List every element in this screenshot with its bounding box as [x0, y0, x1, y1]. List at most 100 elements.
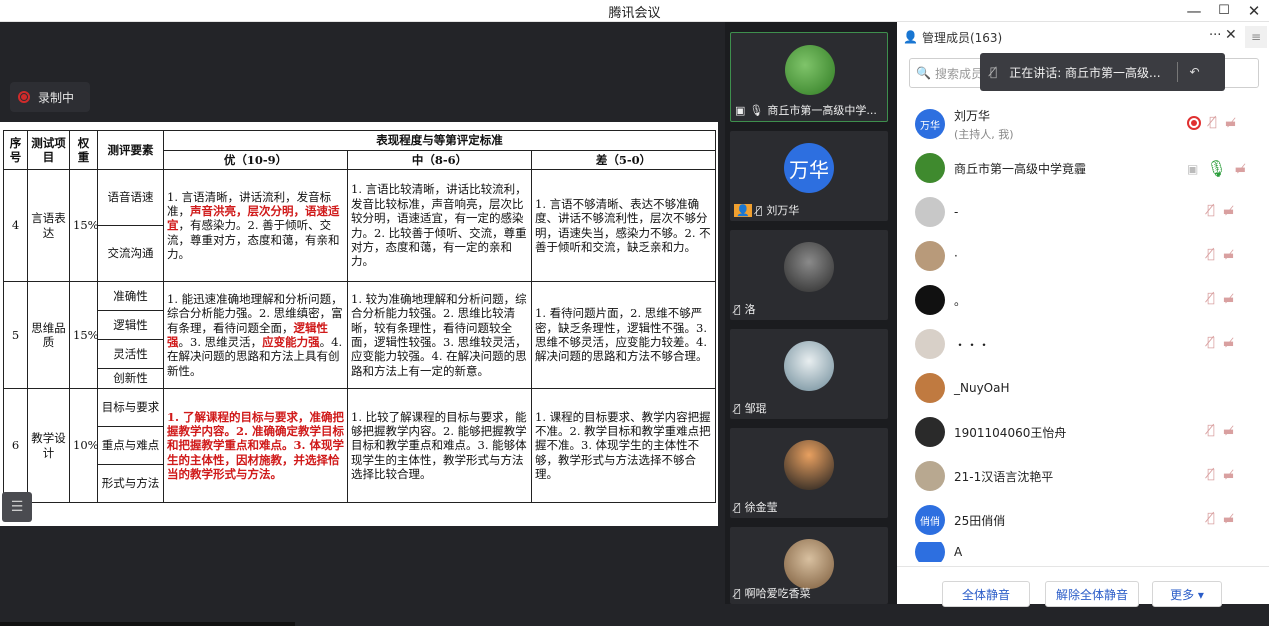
record-icon — [18, 91, 30, 103]
row-item: 思维品质 — [27, 281, 70, 389]
member-row[interactable]: ・・・ 🎙̸ ▬̸ — [897, 322, 1269, 366]
row-mid: 1. 比较了解课程的目标与要求，能够把握教学内容。2. 能够把握教学目标和教学重… — [347, 388, 532, 503]
more-button[interactable]: 更多 ▾ — [1152, 581, 1222, 607]
members-panel: 👤 管理成员(163) ··· ✕ ≡ 🔍 搜索成员 🎙̸ 正在讲话: 商丘市第… — [897, 22, 1269, 607]
row-element: 目标与要求 — [97, 388, 164, 427]
app-title: 腾讯会议 — [608, 6, 661, 21]
mic-off-icon[interactable]: 🎙̸ — [1207, 247, 1215, 262]
video-tile[interactable]: 🎙̸ 啊哈爱吃香菜 — [730, 527, 888, 604]
maximize-button[interactable]: ☐ — [1210, 0, 1238, 22]
avatar: 俏俏 — [915, 505, 945, 535]
close-window-button[interactable]: ✕ — [1240, 0, 1268, 22]
mic-off-icon[interactable]: 🎙̸ — [1209, 115, 1217, 130]
recording-label: 录制中 — [38, 90, 75, 105]
back-icon[interactable]: ↶ — [1190, 65, 1200, 79]
video-tile-name: 刘万华 — [766, 204, 800, 217]
avatar — [915, 153, 945, 183]
header-no: 序号 — [3, 130, 28, 170]
video-off-icon[interactable]: ▬̸ — [1223, 248, 1234, 262]
member-name: 。 — [954, 293, 967, 308]
shared-document: 序号 测试项目 权重 测评要素 表现程度与等第评定标准 优（10-9） 中（8-… — [0, 122, 718, 526]
mic-off-icon: 🎙̸ — [734, 302, 741, 316]
row-good: 1. 言语清晰，讲话流利，发音标准，声音洪亮，层次分明，语速适宜，有感染力。2.… — [163, 169, 348, 282]
more-options-button[interactable]: ··· — [1209, 28, 1221, 43]
video-tile[interactable]: 万华 👤 🎙̸ 刘万华 — [730, 131, 888, 221]
row-element: 重点与难点 — [97, 426, 164, 465]
member-row[interactable]: · 🎙̸ ▬̸ — [897, 234, 1269, 278]
sidebar-toggle-button[interactable]: ≡ — [1245, 26, 1267, 48]
member-row[interactable]: 万华 刘万华 (主持人, 我) 🎙̸ ▬̸ — [897, 102, 1269, 146]
mic-off-icon[interactable]: 🎙̸ — [1207, 203, 1215, 218]
member-row[interactable]: - 🎙̸ ▬̸ — [897, 190, 1269, 234]
mic-icon: 🎙 — [749, 103, 764, 117]
row-poor: 1. 言语不够清晰、表达不够准确度、讲话不够流利性，层次不够分明，语速失当，感染… — [531, 169, 716, 282]
mic-off-icon[interactable]: 🎙̸ — [1207, 511, 1215, 526]
mic-off-icon[interactable]: 🎙̸ — [1207, 291, 1215, 306]
mic-off-icon[interactable]: 🎙̸ — [1207, 467, 1215, 482]
video-tile[interactable]: 🎙̸ 邹琨 — [730, 329, 888, 419]
mute-all-button[interactable]: 全体静音 — [942, 581, 1030, 607]
mic-off-icon: 🎙̸ — [755, 203, 763, 217]
member-row[interactable]: _NuyOaH — [897, 366, 1269, 410]
video-off-icon[interactable]: ▬̸ — [1225, 116, 1236, 130]
member-row[interactable]: 商丘市第一高级中学竟霾 ▣ 🎙 ▬̸ — [897, 146, 1269, 190]
header-standard: 表现程度与等第评定标准 — [163, 130, 716, 151]
row-element: 语音语速 — [97, 169, 164, 226]
video-off-icon[interactable]: ▬̸ — [1223, 424, 1234, 438]
member-row[interactable]: 。 🎙̸ ▬̸ — [897, 278, 1269, 322]
row-element: 交流沟通 — [97, 225, 164, 282]
video-tile-name: 洛 — [744, 303, 756, 316]
avatar — [784, 440, 834, 490]
video-off-icon[interactable]: ▬̸ — [1223, 336, 1234, 350]
row-no: 6 — [3, 388, 28, 503]
avatar — [915, 241, 945, 271]
close-panel-button[interactable]: ✕ — [1225, 27, 1237, 43]
header-item: 测试项目 — [27, 130, 70, 170]
toolbar-edge — [0, 622, 295, 626]
list-icon[interactable]: ☰ — [2, 492, 32, 522]
video-tile[interactable]: 🎙̸ 洛 — [730, 230, 888, 320]
mic-off-icon[interactable]: 🎙̸ — [1207, 423, 1215, 438]
mic-off-icon[interactable]: 🎙̸ — [1207, 335, 1215, 350]
video-tile[interactable]: 🎙̸ 徐金莹 — [730, 428, 888, 518]
row-poor: 1. 看待问题片面，2. 思维不够严密，缺乏条理性，逻辑性不强。3. 思维不够灵… — [531, 281, 716, 389]
row-good: 1. 能迅速准确地理解和分析问题，综合分析能力强。2. 思维缜密，富有条理，看待… — [163, 281, 348, 389]
member-name: - — [954, 205, 959, 219]
row-weight: 15% — [69, 281, 99, 389]
avatar — [915, 197, 945, 227]
video-off-icon[interactable]: ▬̸ — [1223, 468, 1234, 482]
row-element: 灵活性 — [97, 339, 164, 369]
unmute-all-button[interactable]: 解除全体静音 — [1045, 581, 1139, 607]
minimize-button[interactable]: — — [1180, 0, 1208, 22]
header-element: 测评要素 — [97, 130, 164, 170]
member-name: A — [954, 545, 963, 559]
avatar — [915, 373, 945, 403]
video-off-icon[interactable]: ▬̸ — [1223, 204, 1234, 218]
video-off-icon[interactable]: ▬̸ — [1223, 292, 1234, 306]
row-no: 5 — [3, 281, 28, 389]
mic-off-icon: 🎙̸ — [734, 586, 741, 600]
search-placeholder: 搜索成员 — [934, 66, 983, 81]
avatar: 万华 — [784, 143, 834, 193]
video-off-icon[interactable]: ▬̸ — [1235, 162, 1246, 176]
member-role: (主持人, 我) — [954, 127, 1014, 141]
speaking-tooltip: 🎙̸ 正在讲话: 商丘市第一高级... ↶ — [980, 53, 1225, 91]
video-off-icon[interactable]: ▬̸ — [1223, 512, 1234, 526]
avatar — [915, 417, 945, 447]
row-item: 言语表达 — [27, 169, 70, 282]
title-bar: 腾讯会议 — ☐ ✕ — [0, 0, 1269, 22]
header-good: 优（10-9） — [163, 150, 348, 170]
video-tile[interactable]: ▣ 🎙 商丘市第一高级中学... — [730, 32, 888, 122]
avatar — [784, 539, 834, 589]
avatar: 万华 — [915, 109, 945, 139]
recording-indicator[interactable]: 录制中 — [10, 82, 90, 112]
member-row[interactable]: 21-1汉语言沈艳平 🎙̸ ▬̸ — [897, 454, 1269, 498]
mic-on-icon[interactable]: 🎙 — [1206, 159, 1226, 178]
member-row[interactable]: A — [897, 542, 1269, 562]
avatar — [915, 329, 945, 359]
member-row[interactable]: 俏俏 25田俏俏 🎙̸ ▬̸ — [897, 498, 1269, 542]
row-weight: 15% — [69, 169, 99, 282]
member-list: 万华 刘万华 (主持人, 我) 🎙̸ ▬̸ 商丘市第一高级中学竟霾 ▣ 🎙 ▬̸ - 🎙… — [897, 102, 1269, 562]
member-row[interactable]: 1901104060王怡舟 🎙̸ ▬̸ — [897, 410, 1269, 454]
avatar — [915, 461, 945, 491]
